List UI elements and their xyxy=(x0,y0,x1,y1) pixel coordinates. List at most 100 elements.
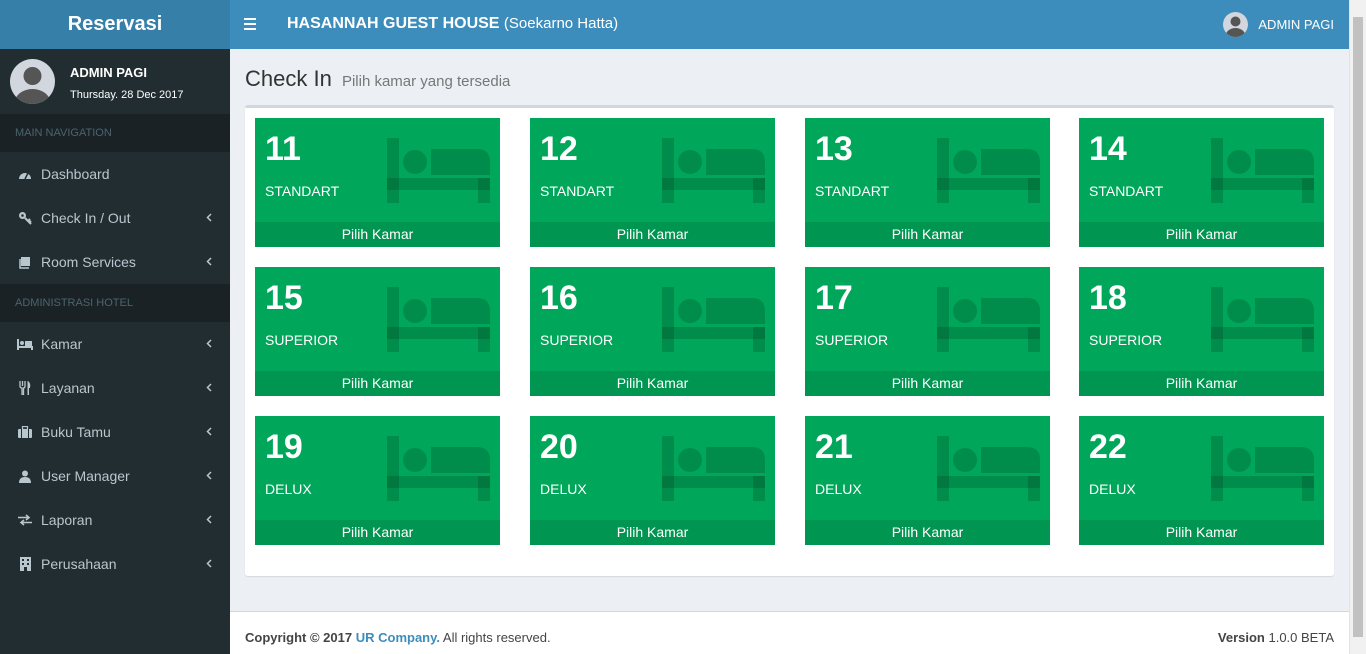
room-number: 11 xyxy=(265,130,301,168)
brand-name: HASANNAH GUEST HOUSE xyxy=(287,15,500,32)
room-tile[interactable]: 17 SUPERIOR Pilih Kamar xyxy=(805,267,1050,396)
sidebar-toggle-icon[interactable] xyxy=(244,15,258,33)
content-area: Check In Pilih kamar yang tersedia 11 STA… xyxy=(230,49,1349,611)
room-tile[interactable]: 12 STANDART Pilih Kamar xyxy=(530,118,775,247)
sidebar-item-label: Kamar xyxy=(41,336,83,352)
room-number: 14 xyxy=(1089,130,1127,168)
company-link[interactable]: UR Company. xyxy=(356,630,440,645)
rights-text: All rights reserved. xyxy=(442,630,551,645)
room-number: 13 xyxy=(815,130,853,168)
room-type: DELUX xyxy=(815,481,862,497)
sidebar-item-user-manager[interactable]: User Manager xyxy=(0,454,230,498)
sidebar-item-label: Buku Tamu xyxy=(41,424,111,440)
app-logo[interactable]: Reservasi xyxy=(0,0,230,49)
room-number: 22 xyxy=(1089,428,1127,466)
room-number: 18 xyxy=(1089,279,1127,317)
pilih-kamar-button[interactable]: Pilih Kamar xyxy=(530,222,775,247)
chevron-left-icon xyxy=(206,512,212,527)
sidebar-item-laporan[interactable]: Laporan xyxy=(0,498,230,542)
sidebar-item-label: Laporan xyxy=(41,512,93,528)
page-title-text: Check In xyxy=(245,66,332,91)
user-menu-name: ADMIN PAGI xyxy=(1258,17,1334,32)
pilih-kamar-button[interactable]: Pilih Kamar xyxy=(805,520,1050,545)
room-tile[interactable]: 16 SUPERIOR Pilih Kamar xyxy=(530,267,775,396)
room-number: 19 xyxy=(265,428,303,466)
pilih-kamar-button[interactable]: Pilih Kamar xyxy=(1079,371,1324,396)
page-scrollbar[interactable] xyxy=(1349,0,1366,654)
bed-icon xyxy=(662,436,765,506)
pilih-kamar-button[interactable]: Pilih Kamar xyxy=(255,520,500,545)
pilih-kamar-button[interactable]: Pilih Kamar xyxy=(1079,520,1324,545)
user-panel: ADMIN PAGI Thursday. 28 Dec 2017 xyxy=(0,49,230,114)
user-icon xyxy=(17,469,33,483)
sidebar-item-kamar[interactable]: Kamar xyxy=(0,322,230,366)
chevron-left-icon xyxy=(206,254,212,269)
sidebar-item-label: Layanan xyxy=(41,380,95,396)
room-tile[interactable]: 15 SUPERIOR Pilih Kamar xyxy=(255,267,500,396)
sidebar-item-check-in-out[interactable]: Check In / Out xyxy=(0,196,230,240)
room-type: SUPERIOR xyxy=(1089,332,1163,348)
room-tile[interactable]: 18 SUPERIOR Pilih Kamar xyxy=(1079,267,1324,396)
copyright-text: Copyright © 2017 xyxy=(245,630,353,645)
room-tile[interactable]: 19 DELUX Pilih Kamar xyxy=(255,416,500,545)
room-tile[interactable]: 21 DELUX Pilih Kamar xyxy=(805,416,1050,545)
cutlery-icon xyxy=(17,381,33,395)
sidebar-item-buku-tamu[interactable]: Buku Tamu xyxy=(0,410,230,454)
chevron-left-icon xyxy=(206,336,212,351)
room-tile[interactable]: 14 STANDART Pilih Kamar xyxy=(1079,118,1324,247)
sidebar-item-layanan[interactable]: Layanan xyxy=(0,366,230,410)
bed-icon xyxy=(387,287,490,357)
sidebar-avatar-icon xyxy=(10,59,55,104)
sidebar-user-name: ADMIN PAGI xyxy=(70,65,148,80)
chevron-left-icon xyxy=(206,380,212,395)
scrollbar-thumb[interactable] xyxy=(1353,17,1363,637)
bed-icon xyxy=(17,337,33,351)
room-number: 16 xyxy=(540,279,578,317)
room-tile[interactable]: 20 DELUX Pilih Kamar xyxy=(530,416,775,545)
sidebar-item-label: User Manager xyxy=(41,468,130,484)
sidebar-item-label: Room Services xyxy=(41,254,136,270)
pilih-kamar-button[interactable]: Pilih Kamar xyxy=(805,371,1050,396)
pilih-kamar-button[interactable]: Pilih Kamar xyxy=(255,371,500,396)
key-icon xyxy=(17,211,33,225)
room-number: 21 xyxy=(815,428,853,466)
version-info: Version 1.0.0 BETA xyxy=(1218,630,1334,645)
footer: Copyright © 2017 UR Company. All rights … xyxy=(230,611,1349,654)
room-number: 12 xyxy=(540,130,578,168)
room-type: DELUX xyxy=(540,481,587,497)
copyright: Copyright © 2017 UR Company. All rights … xyxy=(245,630,551,645)
sidebar-item-perusahaan[interactable]: Perusahaan xyxy=(0,542,230,586)
pilih-kamar-button[interactable]: Pilih Kamar xyxy=(530,371,775,396)
sidebar-item-dashboard[interactable]: Dashboard xyxy=(0,152,230,196)
sidebar-item-room-services[interactable]: Room Services xyxy=(0,240,230,284)
sidebar-item-label: Check In / Out xyxy=(41,210,131,226)
rooms-box: 11 STANDART Pilih Kamar 12 STANDART Pilih Kam… xyxy=(245,105,1334,576)
pilih-kamar-button[interactable]: Pilih Kamar xyxy=(530,520,775,545)
book-icon xyxy=(17,255,33,269)
sidebar: ADMIN PAGI Thursday. 28 Dec 2017 MAIN NA… xyxy=(0,49,230,654)
bed-icon xyxy=(937,287,1040,357)
page-title: Check In Pilih kamar yang tersedia xyxy=(245,66,510,92)
room-tile[interactable]: 22 DELUX Pilih Kamar xyxy=(1079,416,1324,545)
room-type: SUPERIOR xyxy=(540,332,614,348)
bed-icon xyxy=(1211,436,1314,506)
bed-icon xyxy=(1211,138,1314,208)
sidebar-item-label: Perusahaan xyxy=(41,556,117,572)
page-subtitle: Pilih kamar yang tersedia xyxy=(341,73,511,90)
bed-icon xyxy=(387,138,490,208)
room-type: STANDART xyxy=(1089,183,1164,199)
room-type: DELUX xyxy=(265,481,312,497)
pilih-kamar-button[interactable]: Pilih Kamar xyxy=(1079,222,1324,247)
room-type: STANDART xyxy=(540,183,615,199)
pilih-kamar-button[interactable]: Pilih Kamar xyxy=(805,222,1050,247)
bed-icon xyxy=(937,138,1040,208)
version-value: 1.0.0 BETA xyxy=(1268,630,1334,645)
brand-title: HASANNAH GUEST HOUSE (Soekarno Hatta) xyxy=(287,15,618,33)
user-menu[interactable]: ADMIN PAGI xyxy=(1223,12,1334,37)
pilih-kamar-button[interactable]: Pilih Kamar xyxy=(255,222,500,247)
room-tile[interactable]: 11 STANDART Pilih Kamar xyxy=(255,118,500,247)
room-tile[interactable]: 13 STANDART Pilih Kamar xyxy=(805,118,1050,247)
version-label: Version xyxy=(1217,630,1265,645)
bed-icon xyxy=(662,287,765,357)
room-type: STANDART xyxy=(265,183,340,199)
